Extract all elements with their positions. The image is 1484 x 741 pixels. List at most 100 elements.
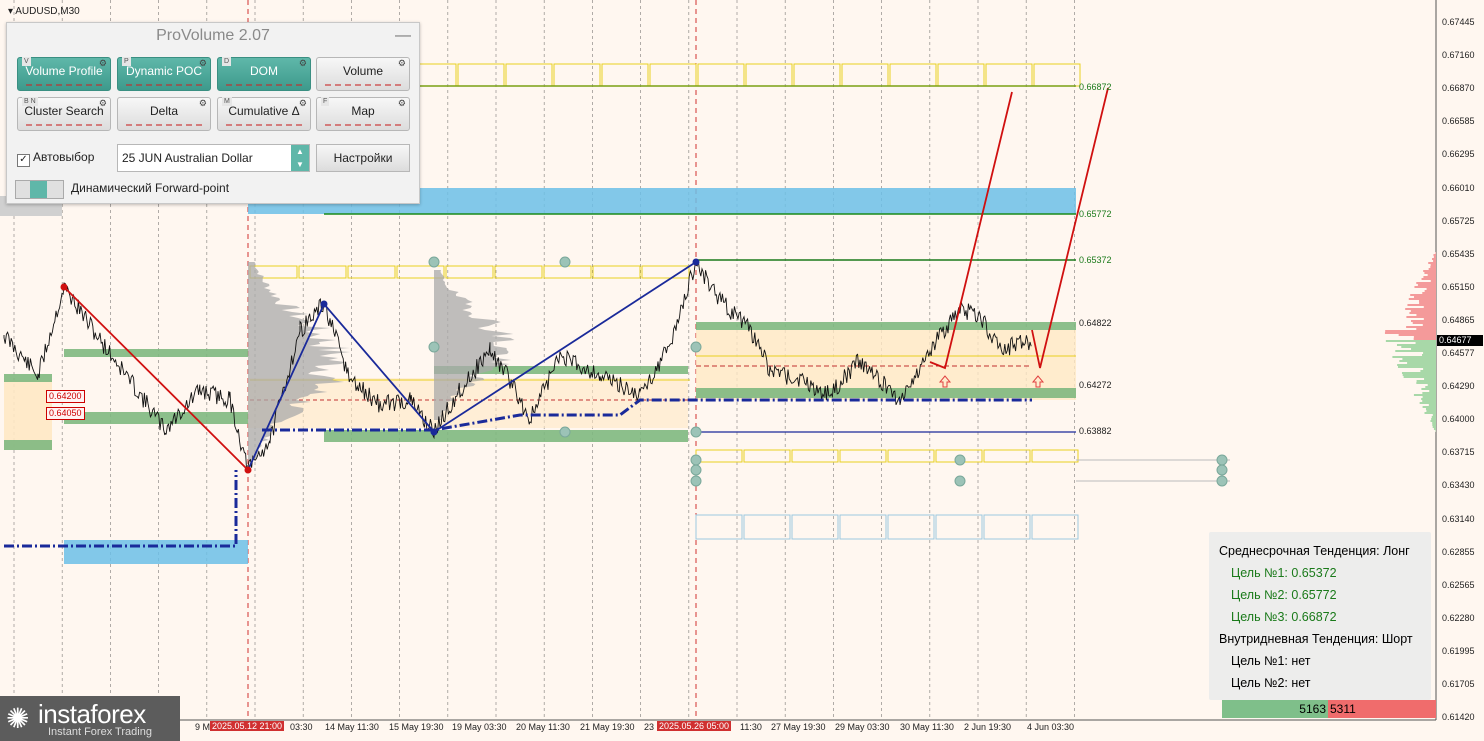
volume-profile-button[interactable]: V ⚙ Volume Profile [17, 57, 111, 91]
dom-bar [1413, 338, 1436, 340]
level-label: 0.65372 [1079, 255, 1112, 265]
price-tick: 0.61420 [1442, 712, 1475, 723]
pivot-point [430, 428, 438, 436]
price-tick: 0.62280 [1442, 612, 1475, 623]
autoselect-checkbox[interactable]: ✓ Автовыбор [17, 150, 94, 167]
dom-bar [1395, 350, 1436, 352]
dom-bar [1430, 280, 1436, 282]
dom-bar [1429, 390, 1436, 392]
buy-volume: 5163 [1222, 700, 1328, 718]
map-button[interactable]: F ⚙ Map [316, 97, 410, 131]
dom-bar [1411, 320, 1436, 322]
dom-bar [1397, 366, 1436, 368]
marker-circle [690, 454, 702, 466]
dom-bar [1416, 328, 1436, 330]
dom-bar [1406, 316, 1436, 318]
dom-bar [1433, 254, 1436, 256]
marker-circle [690, 426, 702, 438]
gear-icon[interactable]: ⚙ [398, 58, 406, 68]
dom-bar [1405, 308, 1436, 310]
dom-bar [1417, 284, 1436, 286]
price-tick: 0.62565 [1442, 579, 1475, 590]
volume-button[interactable]: ⚙ Volume [316, 57, 410, 91]
gear-icon[interactable]: ⚙ [199, 98, 207, 108]
dom-bar [1422, 392, 1436, 394]
price-tick: 0.64000 [1442, 414, 1475, 425]
forward-point-label: Динамический Forward-point [71, 181, 230, 195]
pivot-point [60, 283, 68, 291]
dom-bar [1425, 386, 1436, 388]
dom-bar [1385, 330, 1436, 332]
cumulative-delta-button[interactable]: M ⚙ Cumulative Δ [217, 97, 311, 131]
level-label: 0.64822 [1079, 318, 1112, 328]
level-label: 0.65772 [1079, 209, 1112, 219]
provolume-panel[interactable]: ProVolume 2.07 — V ⚙ Volume Profile P ⚙ Dynam… [6, 22, 420, 204]
time-tick: 15 May 19:30 [389, 722, 444, 732]
dom-bar [1432, 414, 1436, 416]
symbol-label: ▾ AUDUSD,M30 [8, 6, 80, 17]
mid-target-1: Цель №1: 0.65372 [1231, 566, 1337, 580]
time-tick: 20 May 11:30 [516, 722, 570, 732]
instrument-select[interactable]: 25 JUN Australian Dollar ▲ ▼ [117, 144, 310, 172]
dom-bar [1424, 378, 1436, 380]
check-icon: ✓ [17, 154, 30, 167]
dom-bar [1398, 334, 1436, 336]
dom-bar [1426, 288, 1436, 290]
gear-icon[interactable]: ⚙ [299, 98, 307, 108]
time-tick: 9 M [195, 722, 211, 732]
time-tick: 21 May 19:30 [580, 722, 635, 732]
marker-circle [954, 475, 966, 487]
time-tick: 30 May 11:30 [900, 722, 954, 732]
dom-bar [1396, 344, 1436, 346]
dom-bar [1432, 426, 1436, 428]
dom-bar [1424, 290, 1436, 292]
dom-bar [1422, 396, 1436, 398]
green-zone [324, 430, 688, 442]
dom-bar [1423, 352, 1436, 354]
level-label: 0.63882 [1079, 426, 1112, 436]
dom-bar [1408, 298, 1436, 300]
marker-circle [559, 426, 571, 438]
dom-bar [1424, 412, 1436, 414]
dom-bar [1410, 294, 1436, 296]
dom-bar [1402, 358, 1436, 360]
dom-bar [1421, 388, 1436, 390]
dom-button[interactable]: D ⚙ DOM [217, 57, 311, 91]
time-highlight: 2025.05.26 05:00 [657, 721, 732, 731]
dom-bar [1422, 400, 1436, 402]
gear-icon[interactable]: ⚙ [398, 98, 406, 108]
gear-icon[interactable]: ⚙ [99, 58, 107, 68]
spinner-icon[interactable]: ▲ ▼ [291, 145, 309, 171]
dom-bar [1407, 304, 1436, 306]
forward-point-toggle[interactable] [15, 180, 64, 199]
minimize-icon[interactable]: — [395, 23, 411, 49]
price-tick: 0.65435 [1442, 248, 1475, 259]
settings-button[interactable]: Настройки [316, 144, 410, 172]
dom-bar [1430, 266, 1436, 268]
dom-bar [1424, 272, 1436, 274]
gear-icon[interactable]: ⚙ [199, 58, 207, 68]
dom-bar [1427, 274, 1436, 276]
price-tick: 0.66010 [1442, 182, 1475, 193]
gear-icon[interactable]: ⚙ [299, 58, 307, 68]
time-tick: 23 [644, 722, 655, 732]
dynamic-poc-button[interactable]: P ⚙ Dynamic POC [117, 57, 211, 91]
price-tick: 0.67445 [1442, 17, 1475, 27]
time-tick: 19 May 03:30 [452, 722, 507, 732]
price-tick: 0.61705 [1442, 679, 1475, 689]
time-tick: 29 May 03:30 [835, 722, 890, 732]
time-tick: 11:30 [740, 722, 762, 732]
price-tick: 0.65725 [1442, 215, 1475, 226]
price-tick: 0.67160 [1442, 50, 1475, 61]
sell-volume: 5311 [1328, 700, 1436, 718]
dom-bar [1416, 282, 1436, 284]
dom-bar [1418, 300, 1436, 302]
dom-bar [1419, 402, 1436, 404]
dom-bar [1416, 314, 1436, 316]
level-label: 0.66872 [1079, 82, 1112, 92]
dom-bar [1414, 286, 1436, 288]
cluster-search-button[interactable]: B N ⚙ Cluster Search [17, 97, 111, 131]
pivot-point [692, 258, 700, 266]
delta-button[interactable]: ⚙ Delta [117, 97, 211, 131]
gear-icon[interactable]: ⚙ [99, 98, 107, 108]
